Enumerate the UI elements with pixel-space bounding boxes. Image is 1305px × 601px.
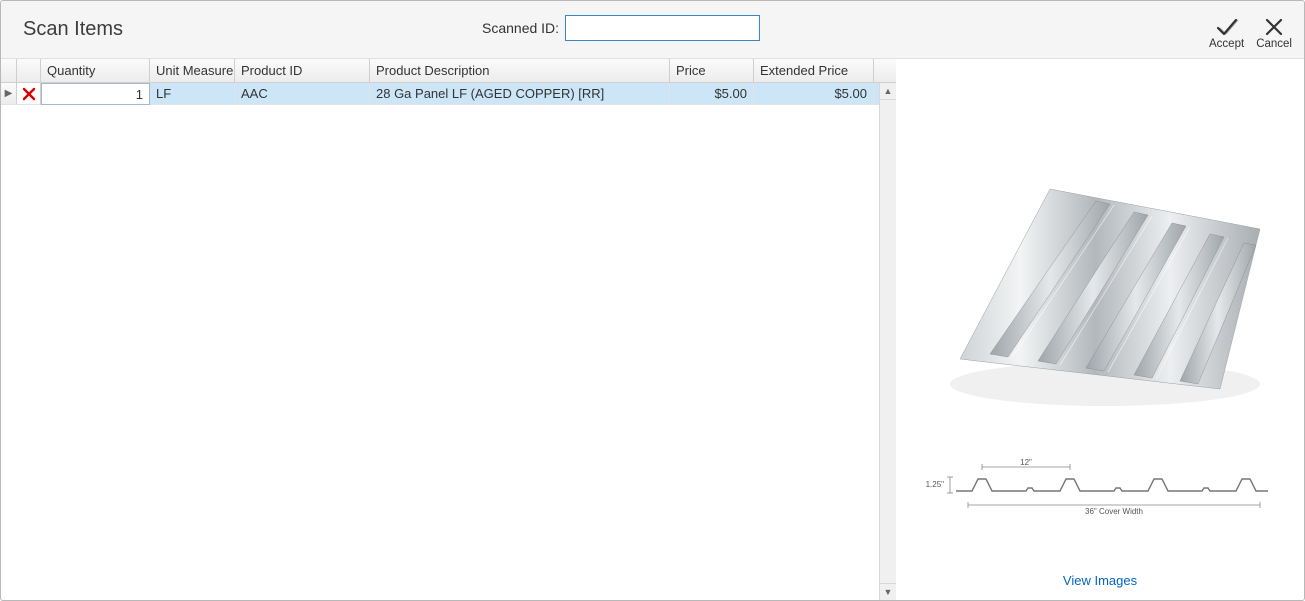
items-grid: Quantity Unit Measure Product ID Product… xyxy=(1,59,896,600)
column-header-price[interactable]: Price xyxy=(670,59,754,82)
grid-body: ▶ 1 LF AAC 28 Ga Panel LF (AGED COPPER) … xyxy=(1,83,896,600)
cell-quantity[interactable]: 1 xyxy=(41,83,150,105)
scroll-up-arrow-icon[interactable]: ▲ xyxy=(880,83,896,100)
header-actions: Accept Cancel xyxy=(1207,10,1294,50)
cell-unit-measure[interactable]: LF xyxy=(150,83,235,105)
cell-product-description[interactable]: 28 Ga Panel LF (AGED COPPER) [RR] xyxy=(370,83,670,105)
view-images-link[interactable]: View Images xyxy=(1063,573,1137,592)
cancel-button[interactable]: Cancel xyxy=(1254,14,1294,50)
column-header-extended-price[interactable]: Extended Price xyxy=(754,59,874,82)
cell-product-id[interactable]: AAC xyxy=(235,83,370,105)
profile-diagram: 12" 1.25" 36" Cover Width xyxy=(920,459,1280,519)
svg-text:36" Cover Width: 36" Cover Width xyxy=(1085,507,1143,516)
header: Scan Items Scanned ID: Accept Cancel xyxy=(1,1,1304,59)
scanned-id-input[interactable] xyxy=(565,15,760,41)
page-title: Scan Items xyxy=(23,18,123,41)
product-image xyxy=(920,159,1280,429)
scan-items-window: Scan Items Scanned ID: Accept Cancel xyxy=(0,0,1305,601)
vertical-scrollbar[interactable]: ▲ ▼ xyxy=(879,83,896,600)
accept-button[interactable]: Accept xyxy=(1207,14,1246,50)
scanned-id-field-wrap: Scanned ID: xyxy=(482,15,760,41)
delete-row-button[interactable] xyxy=(17,83,41,105)
svg-text:1.25": 1.25" xyxy=(926,480,945,489)
column-header-unit-measure[interactable]: Unit Measure xyxy=(150,59,235,82)
row-indicator-icon: ▶ xyxy=(1,83,17,105)
delete-column-header xyxy=(17,59,41,82)
grid-header-row: Quantity Unit Measure Product ID Product… xyxy=(1,59,896,83)
close-icon xyxy=(1263,16,1285,38)
column-header-product-description[interactable]: Product Description xyxy=(370,59,670,82)
row-indicator-header xyxy=(1,59,17,82)
product-preview-panel: 12" 1.25" 36" Cover Width View Images xyxy=(896,59,1304,600)
cell-extended-price[interactable]: $5.00 xyxy=(754,83,874,105)
column-header-product-id[interactable]: Product ID xyxy=(235,59,370,82)
scanned-id-label: Scanned ID: xyxy=(482,20,559,36)
svg-text:12": 12" xyxy=(1020,459,1032,467)
column-header-filler xyxy=(874,59,896,82)
checkmark-icon xyxy=(1215,16,1239,38)
delete-x-icon xyxy=(22,87,36,101)
cell-price[interactable]: $5.00 xyxy=(670,83,754,105)
scroll-down-arrow-icon[interactable]: ▼ xyxy=(880,583,896,600)
body: Quantity Unit Measure Product ID Product… xyxy=(1,59,1304,600)
table-row[interactable]: ▶ 1 LF AAC 28 Ga Panel LF (AGED COPPER) … xyxy=(1,83,896,105)
column-header-quantity[interactable]: Quantity xyxy=(41,59,150,82)
